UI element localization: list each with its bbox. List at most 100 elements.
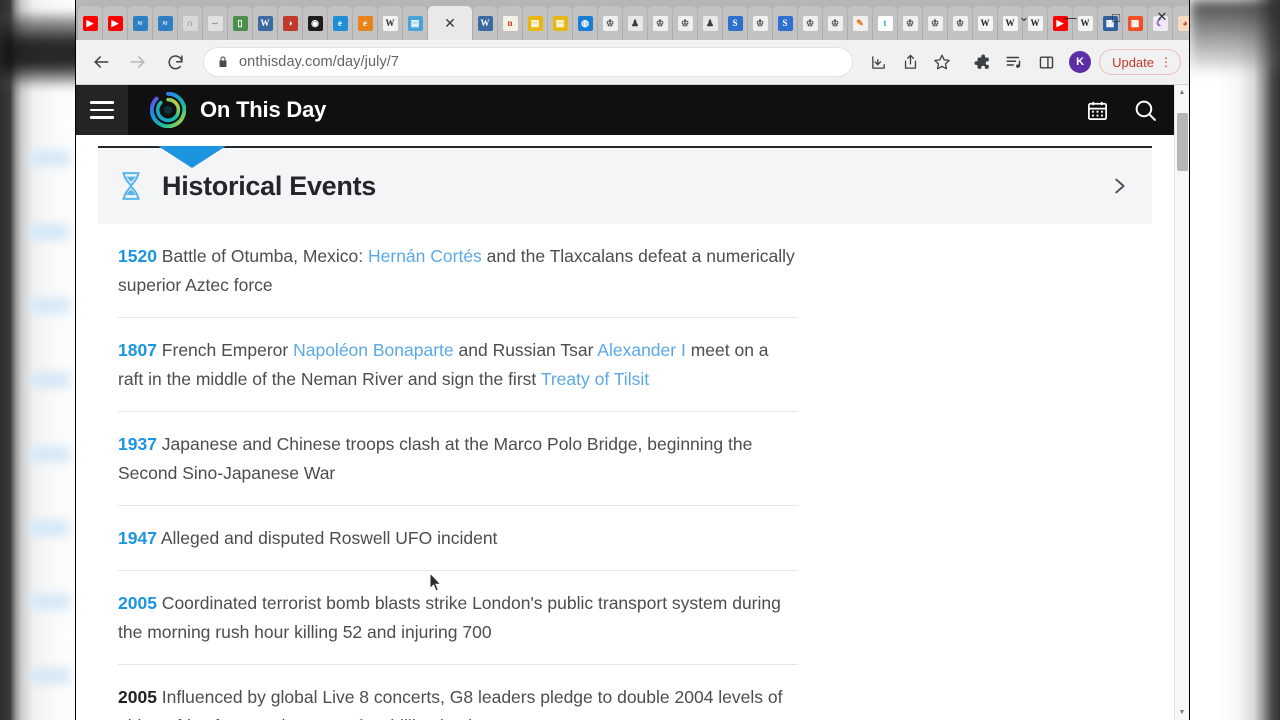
wikimedia-tab-2[interactable]: W <box>473 6 497 40</box>
crest-tab-9[interactable]: ♔ <box>948 6 972 40</box>
grey-curve-tab[interactable]: ⌣ <box>203 6 227 40</box>
crest-tab-8[interactable]: ♔ <box>923 6 947 40</box>
blue-globe-tab[interactable]: ◍ <box>573 6 597 40</box>
event-row: 2005 Coordinated terrorist bomb blasts s… <box>118 571 798 665</box>
scrollbar-up-arrow[interactable]: ▲ <box>1175 85 1189 100</box>
scrollbar-thumb[interactable] <box>1177 113 1188 171</box>
backdrop-dark-band <box>0 14 86 86</box>
crest-tab-2[interactable]: ♔ <box>648 6 672 40</box>
tab-favicon: ♔ <box>902 15 918 31</box>
close-window-button[interactable]: ✕ <box>1139 2 1185 32</box>
event-entity-link[interactable]: Alexander I <box>597 340 686 360</box>
youtube-tab-1[interactable]: ▶ <box>78 6 102 40</box>
blue-s-tab-1[interactable]: S <box>723 6 747 40</box>
tab-favicon: ✎ <box>852 15 868 31</box>
blue-swirl-tab-2[interactable]: ≈ <box>153 6 177 40</box>
event-entity-link[interactable]: Treaty of Tilsit <box>541 369 649 389</box>
event-text: Influenced by global Live 8 concerts, G8… <box>118 687 783 720</box>
event-year-link[interactable]: 1937 <box>118 434 157 454</box>
site-header-actions <box>1086 98 1158 123</box>
site-brand[interactable]: On This Day <box>149 91 326 129</box>
crest-tab-5[interactable]: ♔ <box>798 6 822 40</box>
blue-swirl-tab-1[interactable]: ≈ <box>128 6 152 40</box>
address-bar[interactable]: onthisday.com/day/july/7 <box>203 47 854 77</box>
crest-tab-3[interactable]: ♔ <box>673 6 697 40</box>
event-year-link[interactable]: 1807 <box>118 340 157 360</box>
crest-tab-7[interactable]: ♔ <box>898 6 922 40</box>
scrollbar-down-arrow[interactable]: ▼ <box>1175 705 1189 720</box>
wikipedia-tab[interactable]: W <box>378 6 402 40</box>
blue-arrow-marker <box>158 146 226 168</box>
reading-list-icon[interactable] <box>999 47 1029 77</box>
tab-favicon: W <box>257 15 273 31</box>
tab-search-button[interactable]: ⌄ <box>1001 2 1047 32</box>
reload-button[interactable] <box>158 45 192 79</box>
backdrop-blurred-links <box>30 150 80 690</box>
event-year-link[interactable]: 1947 <box>118 528 157 548</box>
tab-favicon: ≈ <box>132 15 148 31</box>
wikimedia-tab-1[interactable]: W <box>253 6 277 40</box>
install-app-icon[interactable] <box>863 47 893 77</box>
blue-e-tab[interactable]: e <box>328 6 352 40</box>
spreadsheet-tab[interactable]: ▤ <box>403 6 427 40</box>
search-icon[interactable] <box>1133 98 1158 123</box>
wikipedia-tab-2[interactable]: W <box>973 6 997 40</box>
crest-tab-1[interactable]: ♔ <box>598 6 622 40</box>
person-tab-1[interactable]: ♟ <box>623 6 647 40</box>
tab-favicon: ▤ <box>527 15 543 31</box>
profile-avatar[interactable]: K <box>1069 51 1092 73</box>
historical-events-header[interactable]: Historical Events <box>98 146 1152 224</box>
forward-button[interactable] <box>121 45 155 79</box>
tab-favicon: ♔ <box>952 15 968 31</box>
page-scrollbar[interactable]: ▲ ▼ <box>1174 85 1189 720</box>
browser-toolbar: onthisday.com/day/july/7 K Update ⋮ <box>76 40 1189 85</box>
event-year-link[interactable]: 1520 <box>118 246 157 266</box>
youtube-tab-2[interactable]: ▶ <box>103 6 127 40</box>
event-entity-link[interactable]: Napoléon Bonaparte <box>293 340 454 360</box>
orange-e-tab[interactable]: e <box>353 6 377 40</box>
chevron-right-icon[interactable] <box>1108 175 1130 197</box>
section-title: Historical Events <box>162 170 376 201</box>
dark-circle-tab[interactable]: ◉ <box>303 6 327 40</box>
tab-favicon: S <box>727 15 743 31</box>
bookmark-star-icon[interactable] <box>927 47 957 77</box>
yellow-tab-1[interactable]: ▤ <box>523 6 547 40</box>
tab-favicon: W <box>977 15 993 31</box>
close-tab-icon[interactable]: ✕ <box>444 16 456 30</box>
yinyang-tab[interactable]: ◑ <box>278 6 302 40</box>
chrome-menu-icon[interactable]: ⋮ <box>1160 56 1172 68</box>
extensions-puzzle-icon[interactable] <box>967 47 997 77</box>
back-button[interactable] <box>84 45 118 79</box>
crest-tab-4[interactable]: ♔ <box>748 6 772 40</box>
event-row: 1807 French Emperor Napoléon Bonaparte a… <box>118 318 798 412</box>
blue-s-tab-2[interactable]: S <box>773 6 797 40</box>
minimize-button[interactable]: — <box>1047 2 1093 32</box>
tab-favicon: e <box>332 15 348 31</box>
event-year-link[interactable]: 2005 <box>118 687 157 707</box>
calendar-icon[interactable] <box>1086 99 1109 122</box>
update-button[interactable]: Update ⋮ <box>1099 49 1181 75</box>
active-tab-onthisday[interactable]: ✕ <box>428 6 472 40</box>
toolbar-icon-group: K Update ⋮ <box>861 47 1181 77</box>
tab-favicon: ◍ <box>577 15 593 31</box>
event-text: Coordinated terrorist bomb blasts strike… <box>118 593 781 642</box>
page-content: Historical Events 1520 Battle of Otumba,… <box>76 146 1174 720</box>
yellow-tab-2[interactable]: ▤ <box>548 6 572 40</box>
grey-arc-tab[interactable]: ∩ <box>178 6 202 40</box>
book-tab[interactable]: ▯ <box>228 6 252 40</box>
event-year-link[interactable]: 2005 <box>118 593 157 613</box>
crest-tab-6[interactable]: ♔ <box>823 6 847 40</box>
twitter-tab[interactable]: t <box>873 6 897 40</box>
orange-feather-tab[interactable]: ✎ <box>848 6 872 40</box>
side-panel-icon[interactable] <box>1031 47 1061 77</box>
share-icon[interactable] <box>895 47 925 77</box>
maximize-button[interactable]: □ <box>1093 2 1139 32</box>
page-viewport: On This Day Historical Events 1520 Battl… <box>76 85 1189 720</box>
event-entity-link[interactable]: Hernán Cortés <box>368 246 482 266</box>
hamburger-menu-icon[interactable] <box>76 85 128 135</box>
tab-favicon: ∩ <box>182 15 198 31</box>
tab-favicon: ▤ <box>407 15 423 31</box>
event-text: Battle of Otumba, Mexico: <box>156 246 368 266</box>
red-n-tab[interactable]: n <box>498 6 522 40</box>
person-tab-2[interactable]: ♟ <box>698 6 722 40</box>
